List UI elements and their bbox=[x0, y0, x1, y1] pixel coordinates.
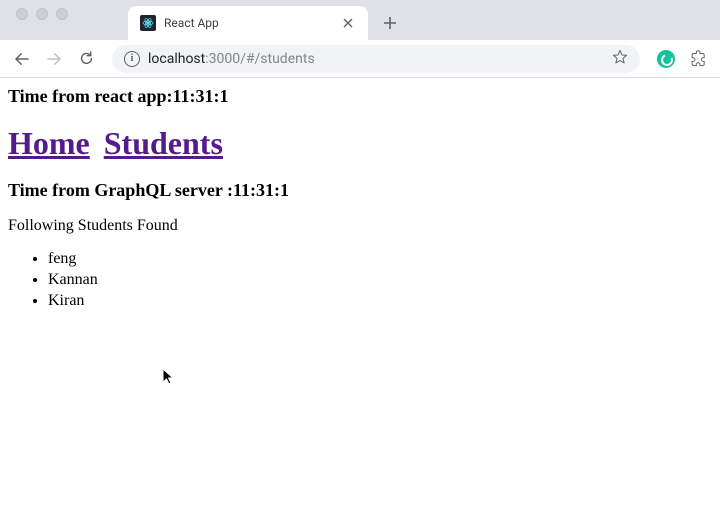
grammarly-extension-icon[interactable] bbox=[652, 45, 680, 73]
list-item: Kiran bbox=[48, 291, 712, 312]
url-path: :3000/#/students bbox=[205, 51, 314, 67]
window-maximize[interactable] bbox=[56, 8, 68, 20]
back-button[interactable] bbox=[8, 45, 36, 73]
address-bar[interactable]: i localhost:3000/#/students bbox=[112, 45, 640, 73]
nav-links: Home Students bbox=[8, 125, 712, 162]
reload-button[interactable] bbox=[72, 45, 100, 73]
close-tab-icon[interactable] bbox=[340, 15, 356, 31]
window-controls bbox=[10, 0, 128, 40]
site-info-icon[interactable]: i bbox=[124, 51, 140, 67]
react-time-label: Time from react app: bbox=[8, 86, 172, 106]
tab-title: React App bbox=[164, 16, 332, 30]
graphql-time-value: 11:31:1 bbox=[233, 180, 289, 200]
page-content: Time from react app:11:31:1 HomeStudents… bbox=[0, 78, 720, 319]
extensions-icon[interactable] bbox=[684, 45, 712, 73]
students-link[interactable]: Students bbox=[104, 125, 223, 161]
react-time-heading: Time from react app:11:31:1 bbox=[8, 86, 712, 107]
tab-strip: React App bbox=[0, 0, 720, 40]
react-favicon bbox=[140, 15, 156, 31]
bookmark-star-icon[interactable] bbox=[612, 49, 628, 69]
new-tab-button[interactable] bbox=[376, 9, 404, 37]
browser-tab[interactable]: React App bbox=[128, 6, 368, 40]
graphql-time-heading: Time from GraphQL server :11:31:1 bbox=[8, 180, 712, 201]
browser-toolbar: i localhost:3000/#/students bbox=[0, 40, 720, 78]
list-item: feng bbox=[48, 249, 712, 270]
window-minimize[interactable] bbox=[36, 8, 48, 20]
react-time-value: 11:31:1 bbox=[172, 86, 228, 106]
home-link[interactable]: Home bbox=[8, 125, 90, 161]
students-found-text: Following Students Found bbox=[8, 217, 712, 235]
forward-button[interactable] bbox=[40, 45, 68, 73]
url-host: localhost bbox=[148, 51, 205, 67]
window-close[interactable] bbox=[16, 8, 28, 20]
mouse-cursor-icon bbox=[162, 368, 176, 386]
graphql-time-label: Time from GraphQL server : bbox=[8, 180, 233, 200]
list-item: Kannan bbox=[48, 270, 712, 291]
student-list: feng Kannan Kiran bbox=[8, 249, 712, 311]
url-text: localhost:3000/#/students bbox=[148, 51, 604, 67]
